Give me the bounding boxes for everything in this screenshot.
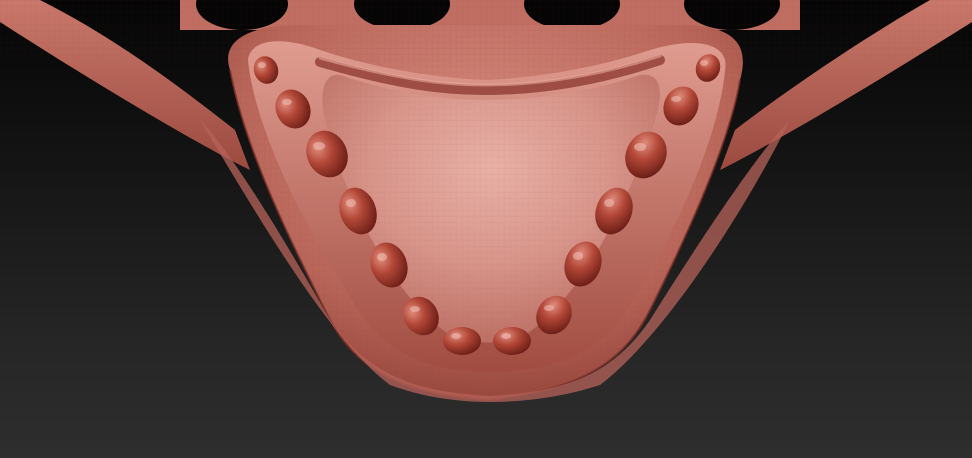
3d-viewport[interactable]: [0, 0, 972, 458]
tooth[interactable]: [493, 327, 531, 355]
sculpt-canvas[interactable]: [0, 0, 972, 458]
tooth[interactable]: [443, 327, 481, 355]
